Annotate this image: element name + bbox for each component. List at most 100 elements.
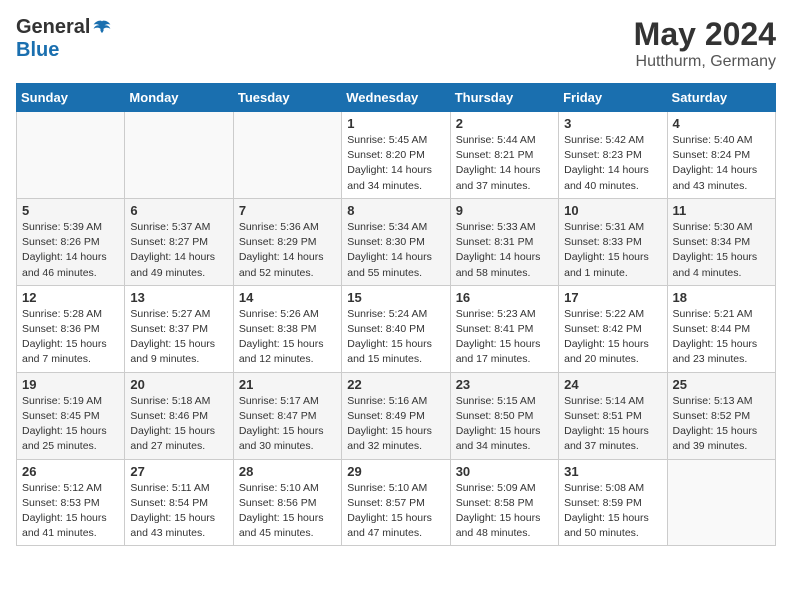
day-number: 27: [130, 464, 227, 479]
calendar-day-cell: 13 Sunrise: 5:27 AM Sunset: 8:37 PM Dayli…: [125, 285, 233, 372]
day-info: Sunrise: 5:15 AM Sunset: 8:50 PM Dayligh…: [456, 394, 553, 455]
day-number: 25: [673, 377, 770, 392]
calendar-week-row: 5Sunrise: 5:39 AM Sunset: 8:26 PM Daylig…: [17, 198, 776, 285]
calendar-day-cell: 30 Sunrise: 5:09 AM Sunset: 8:58 PM Dayli…: [450, 459, 558, 546]
day-number: 3: [564, 116, 661, 131]
day-info: Sunrise: 5:10 AM Sunset: 8:57 PM Dayligh…: [347, 481, 444, 542]
day-info: Sunrise: 5:44 AM Sunset: 8:21 PM Dayligh…: [456, 133, 553, 194]
calendar-day-cell: 29 Sunrise: 5:10 AM Sunset: 8:57 PM Dayli…: [342, 459, 450, 546]
calendar-day-cell: [17, 112, 125, 199]
calendar-day-cell: 22Sunrise: 5:16 AM Sunset: 8:49 PM Dayli…: [342, 372, 450, 459]
day-number: 7: [239, 203, 336, 218]
day-info: Sunrise: 5:27 AM Sunset: 8:37 PM Dayligh…: [130, 307, 227, 368]
day-info: Sunrise: 5:30 AM Sunset: 8:34 PM Dayligh…: [673, 220, 770, 281]
month-title: May 2024: [634, 16, 776, 53]
day-number: 9: [456, 203, 553, 218]
calendar-table: SundayMondayTuesdayWednesdayThursdayFrid…: [16, 83, 776, 546]
day-number: 19: [22, 377, 119, 392]
day-info: Sunrise: 5:39 AM Sunset: 8:26 PM Dayligh…: [22, 220, 119, 281]
calendar-day-cell: 15 Sunrise: 5:24 AM Sunset: 8:40 PM Dayli…: [342, 285, 450, 372]
day-number: 13: [130, 290, 227, 305]
day-info: Sunrise: 5:14 AM Sunset: 8:51 PM Dayligh…: [564, 394, 661, 455]
day-number: 23: [456, 377, 553, 392]
day-number: 30: [456, 464, 553, 479]
weekday-header-wednesday: Wednesday: [342, 84, 450, 112]
day-number: 10: [564, 203, 661, 218]
calendar-week-row: 1Sunrise: 5:45 AM Sunset: 8:20 PM Daylig…: [17, 112, 776, 199]
day-info: Sunrise: 5:23 AM Sunset: 8:41 PM Dayligh…: [456, 307, 553, 368]
calendar-day-cell: 4 Sunrise: 5:40 AM Sunset: 8:24 PM Daylig…: [667, 112, 775, 199]
calendar-week-row: 12Sunrise: 5:28 AM Sunset: 8:36 PM Dayli…: [17, 285, 776, 372]
weekday-header-monday: Monday: [125, 84, 233, 112]
calendar-day-cell: 14 Sunrise: 5:26 AM Sunset: 8:38 PM Dayli…: [233, 285, 341, 372]
weekday-header-friday: Friday: [559, 84, 667, 112]
day-info: Sunrise: 5:36 AM Sunset: 8:29 PM Dayligh…: [239, 220, 336, 281]
day-number: 22: [347, 377, 444, 392]
calendar-day-cell: 5Sunrise: 5:39 AM Sunset: 8:26 PM Daylig…: [17, 198, 125, 285]
day-number: 2: [456, 116, 553, 131]
calendar-day-cell: 17Sunrise: 5:22 AM Sunset: 8:42 PM Dayli…: [559, 285, 667, 372]
calendar-day-cell: 21 Sunrise: 5:17 AM Sunset: 8:47 PM Dayli…: [233, 372, 341, 459]
logo-bird-icon: [92, 18, 112, 38]
day-number: 11: [673, 203, 770, 218]
logo-blue-text: Blue: [16, 39, 59, 62]
day-info: Sunrise: 5:10 AM Sunset: 8:56 PM Dayligh…: [239, 481, 336, 542]
day-info: Sunrise: 5:17 AM Sunset: 8:47 PM Dayligh…: [239, 394, 336, 455]
day-number: 29: [347, 464, 444, 479]
calendar-day-cell: 7 Sunrise: 5:36 AM Sunset: 8:29 PM Daylig…: [233, 198, 341, 285]
calendar-day-cell: 16 Sunrise: 5:23 AM Sunset: 8:41 PM Dayli…: [450, 285, 558, 372]
day-info: Sunrise: 5:12 AM Sunset: 8:53 PM Dayligh…: [22, 481, 119, 542]
day-number: 28: [239, 464, 336, 479]
day-number: 15: [347, 290, 444, 305]
page-header: General Blue May 2024 Hutthurm, Germany: [16, 16, 776, 71]
day-number: 6: [130, 203, 227, 218]
day-number: 24: [564, 377, 661, 392]
calendar-day-cell: 8 Sunrise: 5:34 AM Sunset: 8:30 PM Daylig…: [342, 198, 450, 285]
day-info: Sunrise: 5:21 AM Sunset: 8:44 PM Dayligh…: [673, 307, 770, 368]
calendar-day-cell: 12Sunrise: 5:28 AM Sunset: 8:36 PM Dayli…: [17, 285, 125, 372]
calendar-day-cell: 31Sunrise: 5:08 AM Sunset: 8:59 PM Dayli…: [559, 459, 667, 546]
calendar-day-cell: 9 Sunrise: 5:33 AM Sunset: 8:31 PM Daylig…: [450, 198, 558, 285]
day-info: Sunrise: 5:45 AM Sunset: 8:20 PM Dayligh…: [347, 133, 444, 194]
day-number: 18: [673, 290, 770, 305]
day-number: 14: [239, 290, 336, 305]
day-number: 4: [673, 116, 770, 131]
day-number: 20: [130, 377, 227, 392]
day-number: 17: [564, 290, 661, 305]
day-info: Sunrise: 5:33 AM Sunset: 8:31 PM Dayligh…: [456, 220, 553, 281]
day-number: 31: [564, 464, 661, 479]
day-info: Sunrise: 5:31 AM Sunset: 8:33 PM Dayligh…: [564, 220, 661, 281]
day-info: Sunrise: 5:09 AM Sunset: 8:58 PM Dayligh…: [456, 481, 553, 542]
day-info: Sunrise: 5:26 AM Sunset: 8:38 PM Dayligh…: [239, 307, 336, 368]
day-number: 26: [22, 464, 119, 479]
day-info: Sunrise: 5:11 AM Sunset: 8:54 PM Dayligh…: [130, 481, 227, 542]
calendar-day-cell: 28 Sunrise: 5:10 AM Sunset: 8:56 PM Dayli…: [233, 459, 341, 546]
day-number: 16: [456, 290, 553, 305]
day-info: Sunrise: 5:24 AM Sunset: 8:40 PM Dayligh…: [347, 307, 444, 368]
weekday-header-row: SundayMondayTuesdayWednesdayThursdayFrid…: [17, 84, 776, 112]
logo-general-text: General: [16, 16, 90, 39]
logo: General Blue: [16, 16, 112, 62]
calendar-week-row: 19Sunrise: 5:19 AM Sunset: 8:45 PM Dayli…: [17, 372, 776, 459]
calendar-day-cell: 20 Sunrise: 5:18 AM Sunset: 8:46 PM Dayli…: [125, 372, 233, 459]
calendar-day-cell: [667, 459, 775, 546]
title-block: May 2024 Hutthurm, Germany: [634, 16, 776, 71]
calendar-day-cell: [233, 112, 341, 199]
day-info: Sunrise: 5:13 AM Sunset: 8:52 PM Dayligh…: [673, 394, 770, 455]
calendar-day-cell: 3 Sunrise: 5:42 AM Sunset: 8:23 PM Daylig…: [559, 112, 667, 199]
calendar-day-cell: 1Sunrise: 5:45 AM Sunset: 8:20 PM Daylig…: [342, 112, 450, 199]
day-number: 12: [22, 290, 119, 305]
day-info: Sunrise: 5:34 AM Sunset: 8:30 PM Dayligh…: [347, 220, 444, 281]
day-info: Sunrise: 5:42 AM Sunset: 8:23 PM Dayligh…: [564, 133, 661, 194]
calendar-day-cell: 25 Sunrise: 5:13 AM Sunset: 8:52 PM Dayli…: [667, 372, 775, 459]
calendar-day-cell: 23 Sunrise: 5:15 AM Sunset: 8:50 PM Dayli…: [450, 372, 558, 459]
day-info: Sunrise: 5:18 AM Sunset: 8:46 PM Dayligh…: [130, 394, 227, 455]
calendar-week-row: 26 Sunrise: 5:12 AM Sunset: 8:53 PM Dayli…: [17, 459, 776, 546]
calendar-day-cell: 2 Sunrise: 5:44 AM Sunset: 8:21 PM Daylig…: [450, 112, 558, 199]
day-number: 21: [239, 377, 336, 392]
day-number: 8: [347, 203, 444, 218]
day-info: Sunrise: 5:40 AM Sunset: 8:24 PM Dayligh…: [673, 133, 770, 194]
calendar-day-cell: 26 Sunrise: 5:12 AM Sunset: 8:53 PM Dayli…: [17, 459, 125, 546]
calendar-day-cell: 18 Sunrise: 5:21 AM Sunset: 8:44 PM Dayli…: [667, 285, 775, 372]
calendar-day-cell: 10 Sunrise: 5:31 AM Sunset: 8:33 PM Dayli…: [559, 198, 667, 285]
